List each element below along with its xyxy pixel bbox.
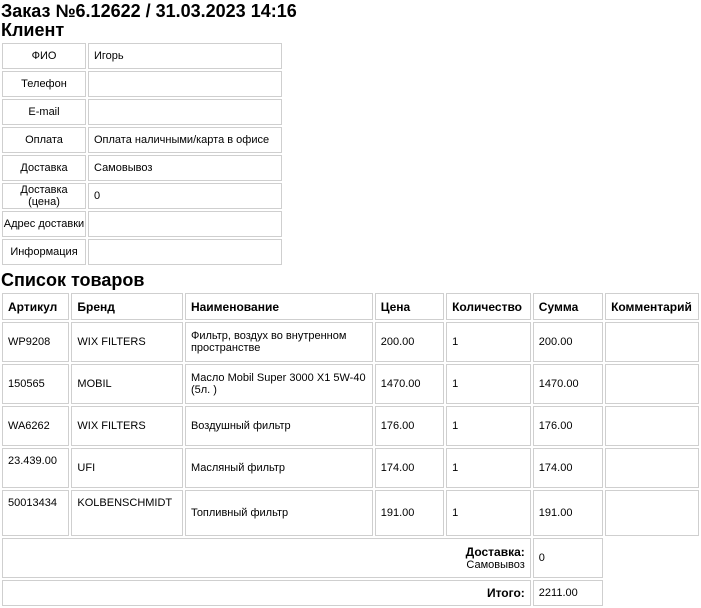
client-label: E-mail [2,99,86,125]
column-header-price: Цена [374,293,445,320]
product-brand: WIX FILTERS [71,322,183,362]
column-header-sum: Сумма [532,293,604,320]
column-header-article: Артикул [2,293,70,320]
product-article: 150565 [2,364,70,404]
product-quantity: 1 [446,322,531,362]
products-header-row: Артикул Бренд Наименование Цена Количест… [2,293,699,320]
client-row-address: Адрес доставки [2,211,282,237]
delivery-summary-method: Самовывоз [466,559,525,571]
product-row: 23.439.00 UFI Масляный фильтр 174.00 1 1… [2,448,699,488]
products-table: Артикул Бренд Наименование Цена Количест… [0,291,701,608]
client-heading: Клиент [1,20,65,40]
product-brand: KOLBENSCHMIDT [71,490,183,536]
empty-cell [605,538,699,578]
product-row: 150565 MOBIL Масло Mobil Super 3000 X1 5… [2,364,699,404]
product-comment [605,364,699,404]
product-name: Фильтр, воздух во внутренном пространств… [184,322,373,362]
client-row-delivery-price: Доставка (цена) 0 [2,183,282,209]
client-value: Самовывоз [88,155,282,181]
delivery-summary-value: 0 [532,538,604,578]
product-quantity: 1 [446,406,531,446]
empty-cell [605,580,699,606]
product-sum: 191.00 [532,490,604,536]
product-comment [605,406,699,446]
client-value: Оплата наличными/карта в офисе [88,127,282,153]
client-table: ФИО Игорь Телефон E-mail Оплата Оплата н… [0,41,284,267]
client-label: Информация [2,239,86,265]
client-label: Адрес доставки [2,211,86,237]
product-brand: UFI [71,448,183,488]
client-value [88,99,282,125]
client-value: Игорь [88,43,282,69]
client-value [88,71,282,97]
client-row-name: ФИО Игорь [2,43,282,69]
product-price: 1470.00 [374,364,445,404]
product-article: 23.439.00 [2,448,70,488]
delivery-summary-title: Доставка: [465,545,525,559]
product-price: 176.00 [374,406,445,446]
product-name: Воздушный фильтр [184,406,373,446]
product-comment [605,490,699,536]
product-row: WP9208 WIX FILTERS Фильтр, воздух во вну… [2,322,699,362]
product-row: WA6262 WIX FILTERS Воздушный фильтр 176.… [2,406,699,446]
client-value: 0 [88,183,282,209]
product-comment [605,322,699,362]
product-price: 191.00 [374,490,445,536]
product-name: Масло Mobil Super 3000 X1 5W-40 (5л. ) [184,364,373,404]
client-row-payment: Оплата Оплата наличными/карта в офисе [2,127,282,153]
total-label: Итого: [486,586,525,600]
client-row-info: Информация [2,239,282,265]
delivery-summary-label: Доставка: Самовывоз [2,538,531,578]
client-row-delivery: Доставка Самовывоз [2,155,282,181]
column-header-name: Наименование [184,293,373,320]
client-row-email: E-mail [2,99,282,125]
product-quantity: 1 [446,490,531,536]
client-value [88,211,282,237]
product-price: 200.00 [374,322,445,362]
client-row-phone: Телефон [2,71,282,97]
product-sum: 176.00 [532,406,604,446]
client-label: ФИО [2,43,86,69]
product-quantity: 1 [446,448,531,488]
product-sum: 174.00 [532,448,604,488]
product-row: 50013434 KOLBENSCHMIDT Топливный фильтр … [2,490,699,536]
client-value [88,239,282,265]
product-sum: 200.00 [532,322,604,362]
delivery-summary-row: Доставка: Самовывоз 0 [2,538,699,578]
order-title: Заказ №6.12622 / 31.03.2023 14:16 [1,1,297,21]
client-label: Доставка [2,155,86,181]
client-label: Телефон [2,71,86,97]
product-name: Топливный фильтр [184,490,373,536]
total-value: 2211.00 [532,580,604,606]
column-header-brand: Бренд [71,293,183,320]
product-price: 174.00 [374,448,445,488]
product-brand: WIX FILTERS [71,406,183,446]
product-article: 50013434 [2,490,70,536]
product-brand: MOBIL [71,364,183,404]
column-header-comment: Комментарий [605,293,699,320]
total-row: Итого: 2211.00 [2,580,699,606]
product-comment [605,448,699,488]
client-label: Оплата [2,127,86,153]
products-heading: Список товаров [1,270,145,290]
product-article: WP9208 [2,322,70,362]
product-quantity: 1 [446,364,531,404]
client-label: Доставка (цена) [2,183,86,209]
column-header-quantity: Количество [446,293,531,320]
product-name: Масляный фильтр [184,448,373,488]
total-label-cell: Итого: [2,580,531,606]
product-article: WA6262 [2,406,70,446]
product-sum: 1470.00 [532,364,604,404]
